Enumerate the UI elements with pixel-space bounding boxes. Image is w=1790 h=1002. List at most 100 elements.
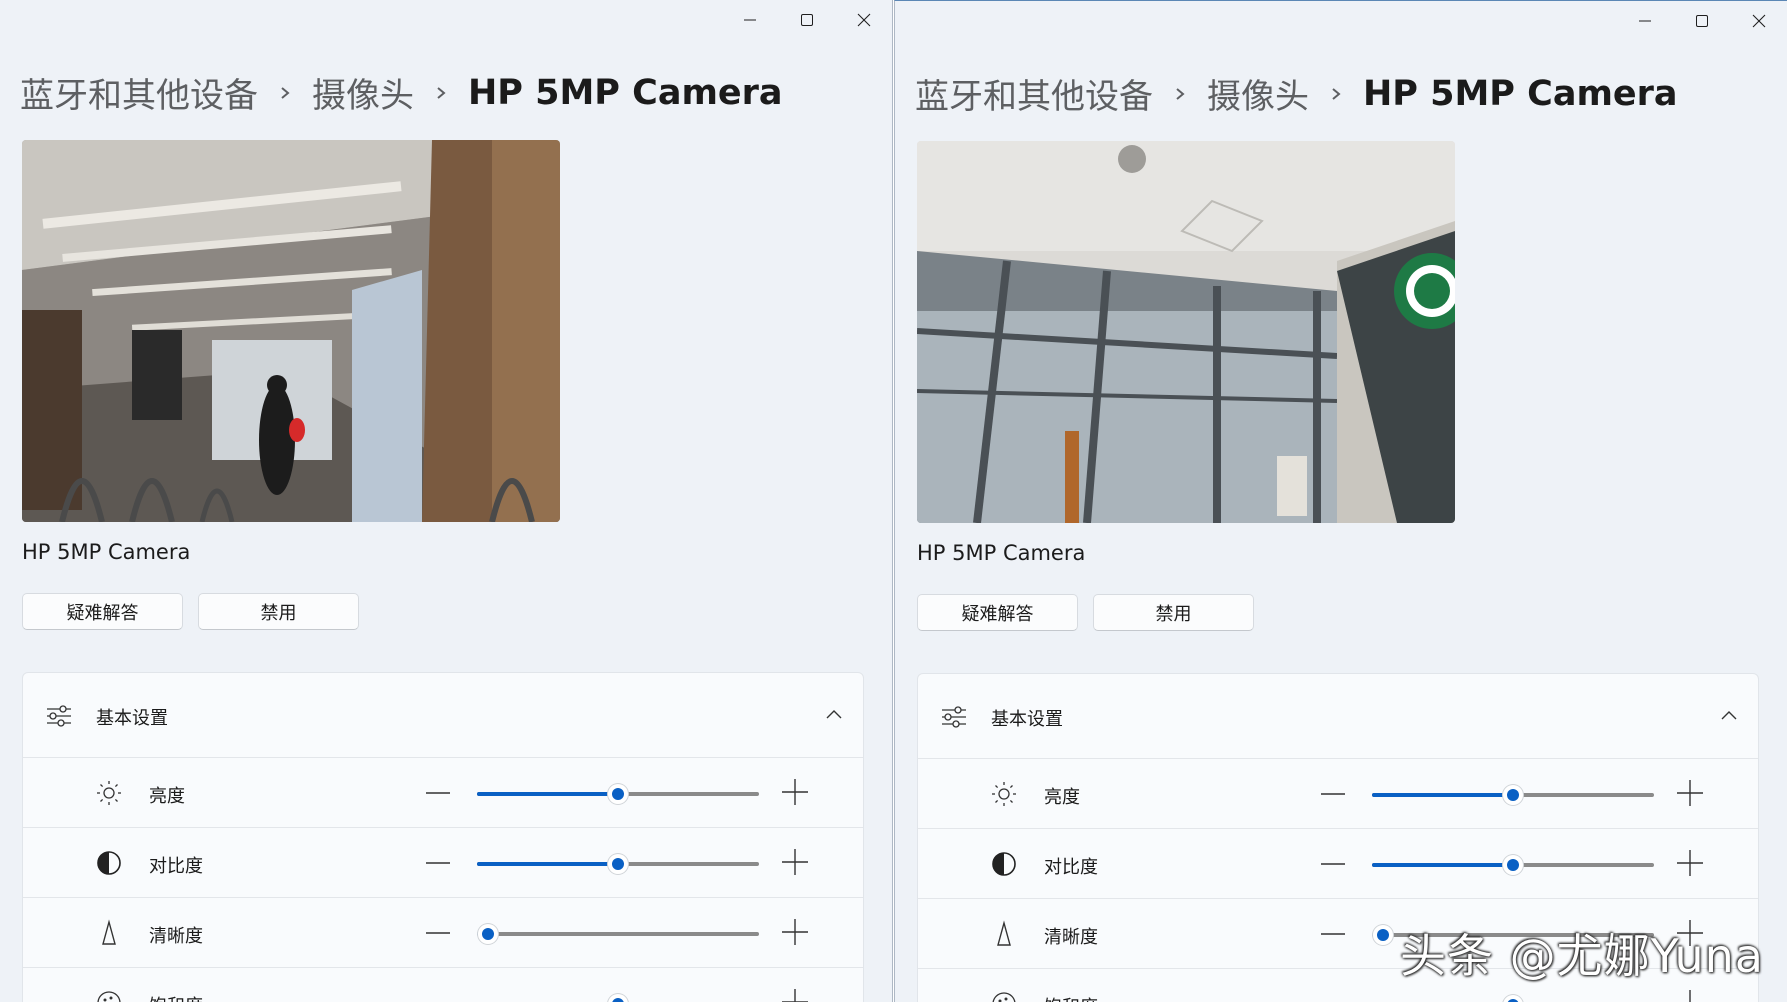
maximize-button[interactable] (1673, 1, 1730, 41)
page-title: HP 5MP Camera (468, 72, 783, 113)
camera-preview (917, 141, 1455, 523)
contrast-row: 对比度 (918, 829, 1758, 899)
decrease-sharpness-button[interactable] (1320, 921, 1346, 947)
slider-thumb[interactable] (608, 854, 628, 874)
saturation-slider[interactable] (477, 994, 759, 1002)
slider-thumb[interactable] (608, 994, 628, 1002)
brightness-label: 亮度 (149, 786, 185, 807)
saturation-label: 饱和度 (1044, 993, 1098, 1002)
contrast-label: 对比度 (149, 856, 203, 877)
breadcrumb: 蓝牙和其他设备 摄像头 HP 5MP Camera (20, 68, 783, 117)
increase-brightness-button[interactable] (781, 778, 809, 806)
decrease-saturation-button[interactable] (425, 990, 451, 1002)
sharpness-slider[interactable] (477, 924, 759, 944)
increase-contrast-button[interactable] (781, 848, 809, 876)
minimize-button[interactable] (1616, 1, 1673, 41)
disable-button[interactable]: 禁用 (1093, 594, 1254, 631)
brightness-slider[interactable] (477, 784, 759, 804)
close-button[interactable] (835, 0, 892, 40)
camera-settings-window-left: 蓝牙和其他设备 摄像头 HP 5MP Camera HP 5MP Camera … (0, 0, 893, 1002)
breadcrumb-cameras[interactable]: 摄像头 (1207, 69, 1309, 118)
saturation-slider[interactable] (1372, 995, 1654, 1002)
slider-fill (1372, 863, 1513, 867)
maximize-button[interactable] (778, 0, 835, 40)
sharpness-icon (102, 919, 116, 945)
contrast-label: 对比度 (1044, 857, 1098, 878)
slider-thumb[interactable] (1503, 855, 1523, 875)
settings-sliders-icon (942, 706, 966, 728)
contrast-slider[interactable] (477, 854, 759, 874)
slider-fill (1372, 793, 1513, 797)
sun-icon (992, 782, 1016, 806)
title-bar-controls (1616, 1, 1787, 41)
camera-name: HP 5MP Camera (22, 540, 191, 564)
slider-fill (477, 792, 618, 796)
basic-settings-panel: 基本设置 亮度 对比度 清晰度 (22, 672, 864, 1002)
contrast-icon (992, 852, 1016, 876)
camera-name: HP 5MP Camera (917, 541, 1086, 565)
sun-icon (97, 781, 121, 805)
decrease-brightness-button[interactable] (425, 780, 451, 806)
decrease-sharpness-button[interactable] (425, 920, 451, 946)
slider-fill (477, 862, 618, 866)
brightness-slider[interactable] (1372, 785, 1654, 805)
basic-settings-title: 基本设置 (96, 708, 168, 729)
page-title: HP 5MP Camera (1363, 73, 1678, 114)
increase-saturation-button[interactable] (781, 988, 809, 1002)
close-icon (1752, 14, 1765, 28)
camera-preview (22, 140, 560, 522)
contrast-slider[interactable] (1372, 855, 1654, 875)
increase-saturation-button[interactable] (1676, 989, 1704, 1002)
close-button[interactable] (1730, 1, 1787, 41)
watermark: 头条 @尤娜Yuna (1400, 929, 1764, 983)
breadcrumb-cameras[interactable]: 摄像头 (312, 68, 414, 117)
decrease-brightness-button[interactable] (1320, 781, 1346, 807)
camera-settings-window-right: 蓝牙和其他设备 摄像头 HP 5MP Camera HP 5MP Camera … (894, 0, 1787, 1002)
sharpness-label: 清晰度 (149, 926, 203, 947)
sharpness-row: 清晰度 (23, 898, 863, 968)
slider-thumb[interactable] (478, 924, 499, 944)
sharpness-label: 清晰度 (1044, 927, 1098, 948)
breadcrumb: 蓝牙和其他设备 摄像头 HP 5MP Camera (915, 69, 1678, 118)
disable-button[interactable]: 禁用 (198, 593, 359, 630)
decrease-saturation-button[interactable] (1320, 991, 1346, 1002)
sharpness-icon (997, 920, 1011, 946)
saturation-icon (97, 991, 121, 1002)
slider-thumb[interactable] (1373, 925, 1394, 945)
chevron-right-icon (434, 83, 448, 103)
chevron-right-icon (1329, 84, 1343, 104)
close-icon (857, 13, 870, 27)
minimize-button[interactable] (721, 0, 778, 40)
decrease-contrast-button[interactable] (1320, 851, 1346, 877)
saturation-label: 饱和度 (149, 992, 203, 1002)
chevron-up-icon[interactable] (1720, 708, 1738, 722)
brightness-label: 亮度 (1044, 787, 1080, 808)
troubleshoot-button[interactable]: 疑难解答 (22, 593, 183, 630)
chevron-right-icon (278, 83, 292, 103)
brightness-row: 亮度 (918, 759, 1758, 829)
chevron-up-icon[interactable] (825, 707, 843, 721)
chevron-right-icon (1173, 84, 1187, 104)
breadcrumb-bluetooth-devices[interactable]: 蓝牙和其他设备 (20, 68, 258, 117)
maximize-icon (800, 14, 813, 26)
increase-sharpness-button[interactable] (781, 918, 809, 946)
saturation-icon (992, 992, 1016, 1002)
minimize-icon (1638, 20, 1651, 22)
breadcrumb-bluetooth-devices[interactable]: 蓝牙和其他设备 (915, 69, 1153, 118)
basic-settings-title: 基本设置 (991, 709, 1063, 730)
basic-settings-header[interactable]: 基本设置 (918, 674, 1758, 759)
slider-thumb[interactable] (1503, 995, 1523, 1002)
increase-contrast-button[interactable] (1676, 849, 1704, 877)
minimize-icon (743, 19, 756, 21)
slider-thumb[interactable] (608, 784, 628, 804)
increase-brightness-button[interactable] (1676, 779, 1704, 807)
troubleshoot-button[interactable]: 疑难解答 (917, 594, 1078, 631)
contrast-icon (97, 851, 121, 875)
slider-thumb[interactable] (1503, 785, 1523, 805)
maximize-icon (1695, 15, 1708, 27)
brightness-row: 亮度 (23, 758, 863, 828)
title-bar-controls (721, 0, 892, 40)
saturation-row: 饱和度 (23, 968, 863, 1002)
decrease-contrast-button[interactable] (425, 850, 451, 876)
basic-settings-header[interactable]: 基本设置 (23, 673, 863, 758)
